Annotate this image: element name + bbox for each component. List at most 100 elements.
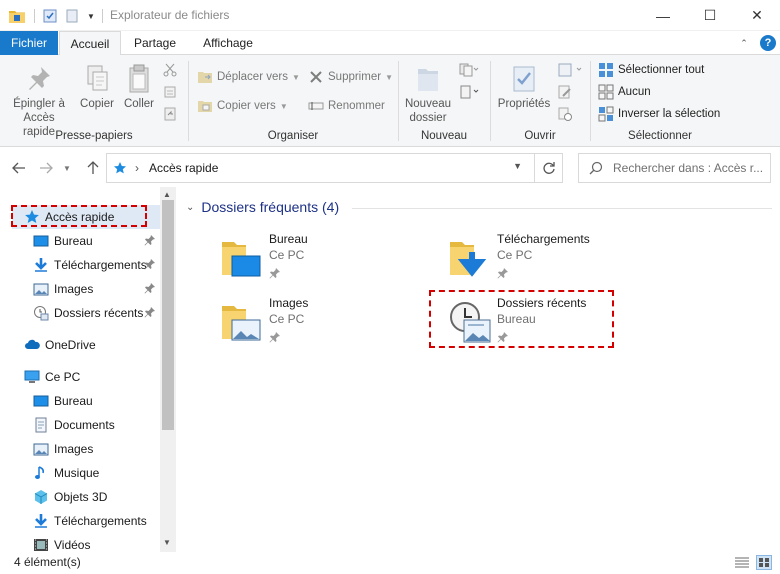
properties-quick-icon[interactable] [42,7,58,25]
rename-label: Renommer [328,100,385,112]
rename-button[interactable]: Renommer [308,96,385,116]
documents-icon [35,417,47,433]
breadcrumb-separator: › [135,161,139,175]
collapse-chevron-icon[interactable]: ⌄ [186,202,194,213]
window-title: Explorateur de fichiers [110,8,230,22]
close-button[interactable]: ✕ [734,0,780,31]
tab-file[interactable]: Fichier [0,31,58,55]
back-button[interactable] [10,159,28,177]
history-icon[interactable] [557,106,573,122]
details-view-icon[interactable] [734,556,750,570]
sidebar-item-downloads-pinned[interactable]: Téléchargements [0,253,160,277]
sidebar-item-pictures-pinned[interactable]: Images [0,277,160,301]
address-bar[interactable]: › Accès rapide ▼ [106,153,563,183]
folder-tile-downloads[interactable]: Téléchargements Ce PC [448,232,648,288]
select-none-icon [598,84,614,100]
refresh-icon [542,162,555,174]
maximize-button[interactable]: ☐ [687,0,733,31]
folder-tile-pictures[interactable]: Images Ce PC [220,296,420,352]
pc-icon [24,370,40,383]
sidebar-scroll-thumb[interactable] [162,200,174,430]
collapse-ribbon-chevron-icon[interactable]: ⌃ [738,35,750,51]
sidebar-item-pictures[interactable]: Images [0,437,160,461]
pin-icon[interactable] [144,258,156,270]
search-icon [589,161,603,175]
sidebar-item-desktop-pinned[interactable]: Bureau [0,229,160,253]
select-all-button[interactable]: Sélectionner tout [598,60,704,80]
copy-to-button[interactable]: Copier vers ▼ [197,96,288,116]
select-none-label: Aucun [618,86,651,98]
tile-location: Ce PC [497,248,533,262]
select-none-button[interactable]: Aucun [598,82,651,102]
pin-icon[interactable] [144,306,156,318]
section-header-frequent-folders[interactable]: ⌄ Dossiers fréquents (4) [186,199,339,215]
tab-share[interactable]: Partage [126,31,184,55]
sidebar-item-this-pc[interactable]: Ce PC [0,365,160,389]
music-icon [35,466,44,479]
edit-icon[interactable] [557,84,573,100]
help-button[interactable]: ? [760,35,776,51]
paste-icon [129,64,149,93]
ribbon-tabs: Fichier Accueil Partage Affichage ⌃ ? [0,31,780,56]
tile-location: Ce PC [269,312,305,326]
invert-selection-button[interactable]: Inverser la sélection [598,104,720,124]
up-button[interactable] [84,159,102,177]
navigation-pane: Accès rapide Bureau Téléchargements Imag… [0,187,176,552]
new-folder-button[interactable]: Nouveau dossier [402,63,454,125]
rename-icon [308,102,324,110]
pin-icon [29,67,50,90]
customize-toolbar-chevron-icon[interactable]: ▼ [85,7,97,25]
group-label-select: Sélectionner [628,130,692,142]
tile-name: Images [269,296,309,310]
copy-to-icon [198,101,212,112]
scroll-down-arrow-icon[interactable]: ▼ [163,538,171,547]
sidebar-item-recent-folders-pinned[interactable]: Dossiers récents [0,301,160,325]
copy-button[interactable]: Copier [76,63,118,111]
search-box[interactable]: Rechercher dans : Accès r... [578,153,771,183]
properties-button[interactable]: Propriétés [495,63,553,111]
ribbon: Épingler à Accès rapide Copier Coller Pr… [0,55,780,147]
pin-label-line1: Épingler à [13,98,65,110]
paste-label: Coller [123,98,155,110]
move-to-button[interactable]: Déplacer vers ▼ [197,67,300,87]
sidebar-item-music[interactable]: Musique [0,461,160,485]
group-label-open: Ouvrir [524,130,556,142]
forward-button[interactable] [37,159,55,177]
paste-shortcut-icon[interactable] [162,106,178,122]
folder-icon[interactable] [8,7,26,25]
folder-tile-desktop[interactable]: Bureau Ce PC [220,232,420,288]
sidebar-item-downloads[interactable]: Téléchargements [0,509,160,533]
sidebar-item-label: Documents [54,418,115,432]
sidebar-item-label: Bureau [54,394,93,408]
address-dropdown-chevron-icon[interactable]: ▼ [513,161,522,171]
group-separator [490,61,491,141]
tile-name: Bureau [269,232,308,246]
copy-path-icon[interactable] [162,84,178,100]
pin-icon[interactable] [144,282,156,294]
invert-selection-label: Inverser la sélection [618,108,721,120]
scroll-up-arrow-icon[interactable]: ▲ [163,190,171,199]
sidebar-item-documents[interactable]: Documents [0,413,160,437]
delete-label: Supprimer [328,71,382,83]
pin-icon[interactable] [144,234,156,246]
new-item-icon[interactable] [458,62,480,78]
cut-icon[interactable] [162,62,178,78]
tab-view[interactable]: Affichage [192,31,264,55]
new-folder-icon [418,69,438,91]
tab-home[interactable]: Accueil [59,31,121,56]
recent-locations-chevron-icon[interactable]: ▼ [61,159,73,177]
sidebar-item-3d-objects[interactable]: Objets 3D [0,485,160,509]
sidebar-item-desktop[interactable]: Bureau [0,389,160,413]
open-icon[interactable] [557,62,583,78]
new-folder-quick-icon[interactable] [64,7,80,25]
sidebar-item-label: Dossiers récents [54,306,144,320]
breadcrumb-quick-access[interactable]: Accès rapide [149,161,218,175]
easy-access-icon[interactable] [458,84,480,100]
large-icons-view-icon[interactable] [756,555,772,570]
refresh-button[interactable] [534,154,562,182]
paste-button[interactable]: Coller [120,63,158,111]
minimize-button[interactable]: — [640,0,686,31]
pin-to-quick-access-button[interactable]: Épingler à Accès rapide [8,63,70,139]
sidebar-item-onedrive[interactable]: OneDrive [0,333,160,357]
delete-button[interactable]: Supprimer ▼ [308,67,393,87]
